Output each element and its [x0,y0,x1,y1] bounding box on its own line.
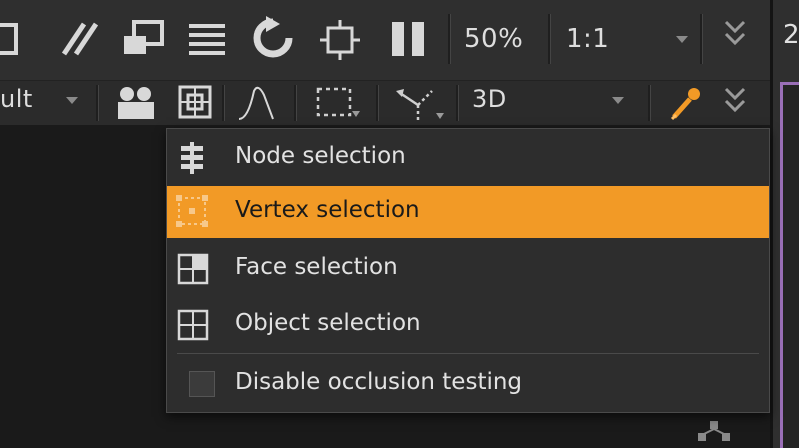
node-selection-icon [177,142,207,174]
menu-item-object-selection[interactable]: Object selection [167,299,769,351]
toolbar-separator [376,85,379,121]
menu-item-label: Disable occlusion testing [235,369,523,395]
occlusion-checkbox[interactable] [189,371,215,397]
slash-icon[interactable] [58,20,100,58]
zoom-dropdown[interactable]: 50% [464,24,523,54]
viewer-toolbar-top: 50% 1:1 [0,0,770,80]
menu-item-node-selection[interactable]: Node selection [167,132,769,184]
toolbar-separator [294,85,297,121]
chevron-double-down-icon[interactable] [722,85,748,119]
adjacent-panel-text: 2 [783,20,799,50]
overlay-icon[interactable] [122,18,166,60]
pause-icon[interactable] [388,20,428,58]
view-mode-caret-icon[interactable] [612,97,624,104]
ratio-caret-icon[interactable] [676,36,688,43]
toolbar-separator [456,85,459,121]
vertex-selection-icon [175,194,209,228]
menu-item-label: Vertex selection [235,197,420,223]
selection-mode-menu: Node selection Vertex selection Face sel… [166,128,770,413]
layout-dropdown[interactable]: ult [0,85,33,113]
object-selection-icon [177,309,209,341]
toolbar-separator [648,85,651,121]
menu-item-vertex-selection[interactable]: Vertex selection [167,186,769,238]
marquee-icon[interactable] [314,85,360,121]
chevron-double-down-icon[interactable] [722,18,748,52]
toolbar-separator [700,14,703,64]
square-icon[interactable] [0,22,20,56]
axis-gizmo-icon [690,417,740,448]
cycle-icon[interactable] [252,16,294,62]
menu-item-label: Face selection [235,254,398,280]
toolbar-separator [96,85,99,121]
viewer-toolbar-second: ult 3D [0,80,770,125]
adjacent-panel-highlight [780,82,799,448]
toolbar-separator [448,14,451,64]
menu-item-face-selection[interactable]: Face selection [167,243,769,295]
lines-icon[interactable] [187,20,227,58]
menu-item-label: Node selection [235,143,406,169]
menu-item-label: Object selection [235,310,421,336]
eyedropper-icon[interactable] [668,85,704,121]
face-selection-icon [177,253,209,285]
curve-icon[interactable] [236,85,276,121]
adjacent-panel-edge: 2 [770,0,799,448]
toolbar-separator [222,85,225,121]
menu-divider [177,353,759,354]
transform-handle-icon[interactable] [394,83,446,123]
layout-caret-icon[interactable] [66,97,78,104]
people-icon[interactable] [116,85,156,121]
toolbar-separator [548,14,551,64]
ratio-dropdown[interactable]: 1:1 [566,24,609,54]
crosshair-icon[interactable] [320,20,360,60]
selection-mode-icon[interactable] [176,83,214,121]
menu-item-disable-occlusion[interactable]: Disable occlusion testing [167,358,769,410]
view-mode-dropdown[interactable]: 3D [472,85,507,113]
